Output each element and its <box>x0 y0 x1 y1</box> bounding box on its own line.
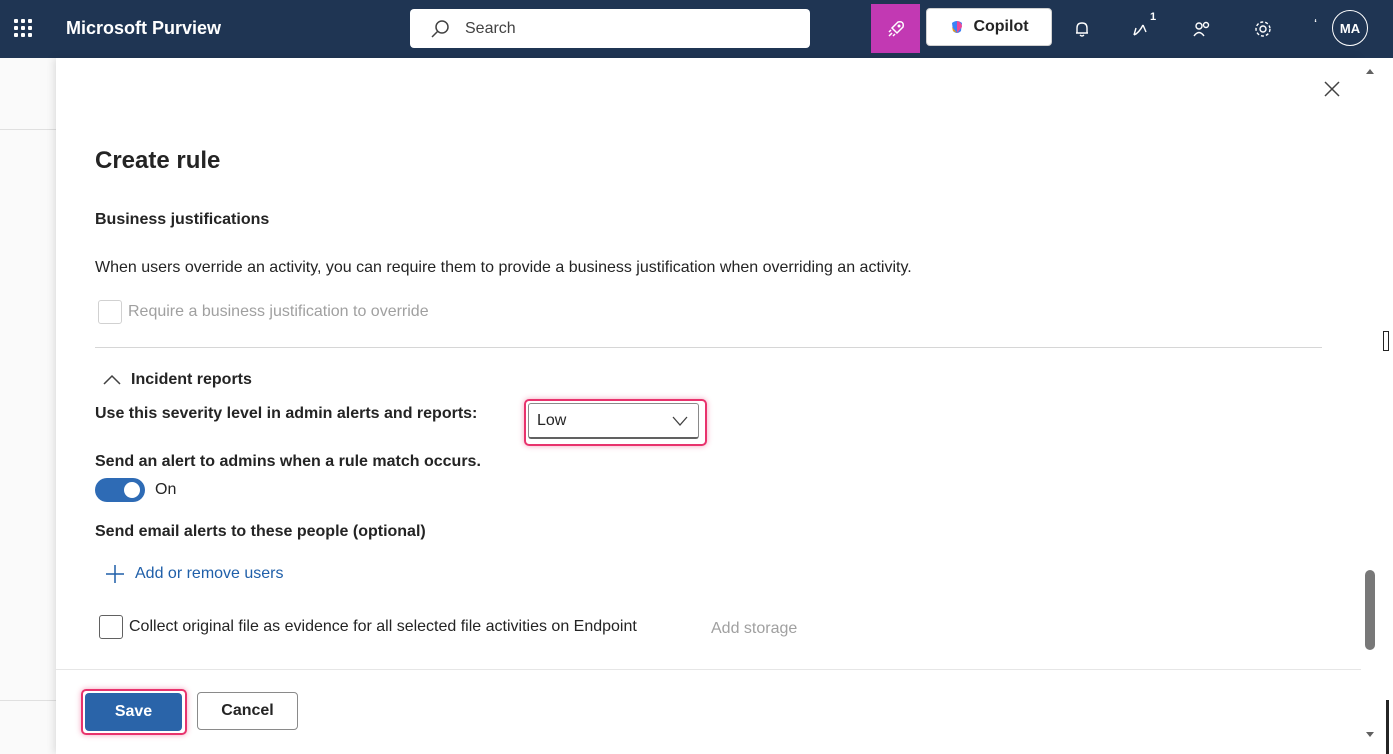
footer-divider <box>56 669 1361 670</box>
alert-toggle-row: On <box>95 478 176 502</box>
background-divider <box>0 129 56 130</box>
severity-dropdown[interactable]: Low <box>528 403 699 439</box>
severity-value: Low <box>537 411 567 429</box>
section-divider <box>95 347 1322 348</box>
notifications-button[interactable] <box>1070 17 1094 41</box>
incident-reports-toggle[interactable]: Incident reports <box>103 371 252 389</box>
page-title: Create rule <box>95 147 221 174</box>
add-remove-users-link[interactable]: Add or remove users <box>104 563 284 585</box>
people-icon <box>1193 21 1210 37</box>
avatar[interactable]: MA <box>1332 10 1368 46</box>
background-divider <box>0 700 56 701</box>
rocket-button[interactable] <box>871 4 920 53</box>
save-button[interactable]: Save <box>85 693 182 731</box>
app-launcher-icon[interactable] <box>14 19 32 37</box>
window-edge-bar <box>1386 700 1389 754</box>
add-remove-users-label: Add or remove users <box>135 565 284 582</box>
alert-admins-label: Send an alert to admins when a rule matc… <box>95 453 481 470</box>
megaphone-icon <box>1133 24 1147 36</box>
email-alerts-label: Send email alerts to these people (optio… <box>95 523 426 540</box>
checkbox-box[interactable] <box>99 615 123 639</box>
copilot-label: Copilot <box>973 18 1029 35</box>
plus-icon <box>106 565 124 583</box>
scroll-down-arrow-icon[interactable] <box>1365 730 1375 740</box>
business-justifications-heading: Business justifications <box>95 211 270 228</box>
severity-label: Use this severity level in admin alerts … <box>95 405 478 422</box>
chevron-down-icon <box>672 416 688 426</box>
require-justification-label: Require a business justification to over… <box>128 303 429 320</box>
search-icon <box>431 19 449 38</box>
search-placeholder: Search <box>465 19 516 37</box>
add-storage-link[interactable]: Add storage <box>711 620 797 638</box>
chevron-up-icon <box>103 374 121 385</box>
top-navigation-bar: Microsoft Purview Search Copilot 1 ʻ MA <box>0 0 1393 58</box>
gear-icon <box>1255 21 1271 37</box>
scroll-up-arrow-icon[interactable] <box>1365 66 1375 76</box>
app-title[interactable]: Microsoft Purview <box>66 18 221 39</box>
incident-reports-heading: Incident reports <box>131 371 252 388</box>
collect-evidence-label: Collect original file as evidence for al… <box>129 618 637 635</box>
window-edge <box>1380 58 1393 754</box>
resize-grip-icon[interactable] <box>1383 331 1389 351</box>
separator-tick-icon: ʻ <box>1314 16 1318 32</box>
rocket-icon <box>887 20 904 37</box>
people-button[interactable] <box>1190 17 1214 41</box>
business-justifications-description: When users override an activity, you can… <box>95 259 912 276</box>
toggle-state-label: On <box>155 481 177 498</box>
copilot-button[interactable]: Copilot <box>926 8 1052 46</box>
checkbox-box[interactable] <box>98 300 122 324</box>
require-justification-checkbox[interactable]: Require a business justification to over… <box>98 300 429 324</box>
copilot-icon <box>952 21 963 33</box>
settings-button[interactable] <box>1251 17 1275 41</box>
close-button[interactable] <box>1320 77 1344 101</box>
background-page <box>0 58 56 754</box>
collect-evidence-checkbox[interactable]: Collect original file as evidence for al… <box>99 615 637 639</box>
cancel-button[interactable]: Cancel <box>197 692 298 730</box>
alert-toggle[interactable] <box>95 478 145 502</box>
search-input[interactable]: Search <box>410 9 810 48</box>
bell-icon <box>1076 22 1088 37</box>
notification-badge: 1 <box>1150 11 1157 23</box>
create-rule-panel: Create rule Business justifications When… <box>56 58 1361 754</box>
scrollbar-thumb[interactable] <box>1365 570 1375 650</box>
close-icon <box>1324 81 1340 97</box>
